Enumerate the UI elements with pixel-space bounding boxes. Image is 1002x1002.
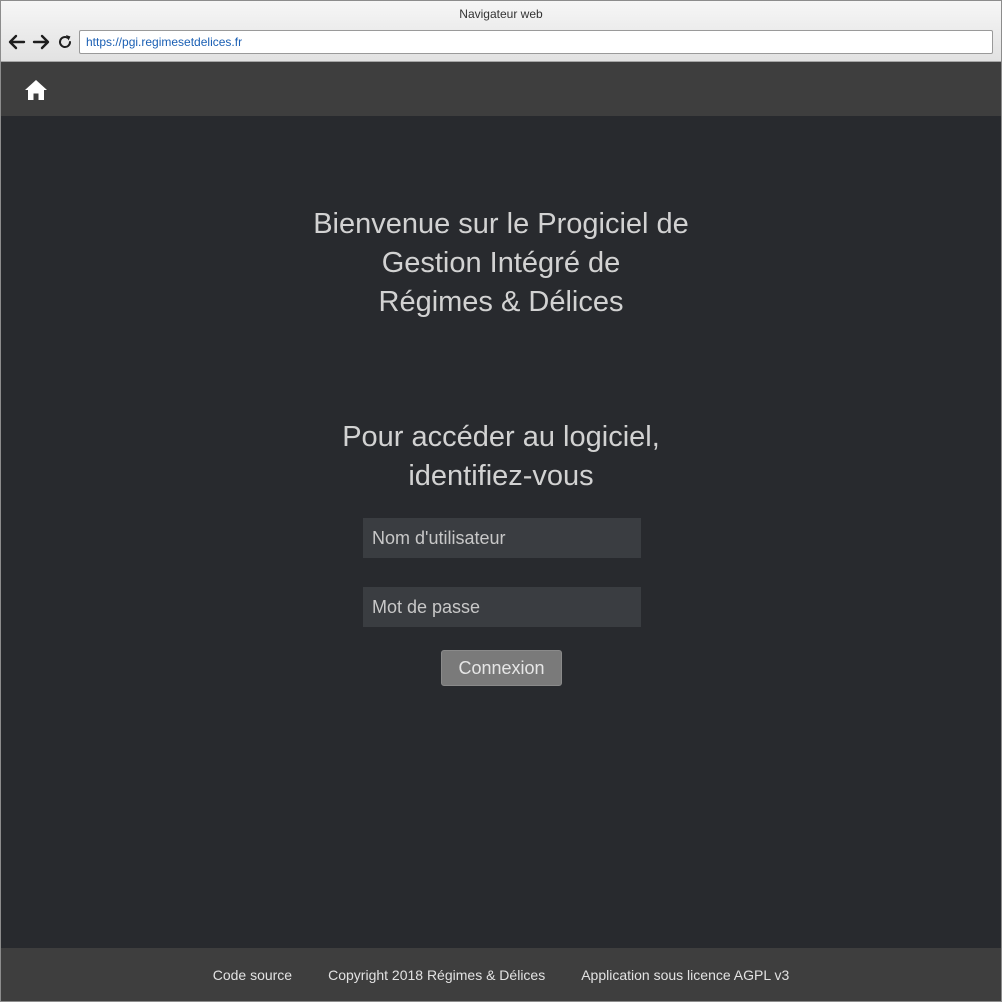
license-text: Application sous licence AGPL v3 — [581, 966, 790, 983]
reload-icon[interactable] — [55, 32, 75, 52]
browser-title: Navigateur web — [459, 7, 543, 21]
welcome-title: Bienvenue sur le Progiciel de Gestion In… — [251, 205, 751, 322]
address-bar[interactable]: https://pgi.regimesetdelices.fr — [79, 30, 993, 54]
browser-toolbar: Navigateur web https://pgi.regimesetdeli… — [1, 1, 1001, 62]
welcome-line: Bienvenue sur le Progiciel de — [313, 208, 689, 240]
app-header — [1, 62, 1001, 116]
browser-window: Navigateur web https://pgi.regimesetdeli… — [0, 0, 1002, 1002]
login-prompt: Pour accéder au logiciel, identifiez-vou… — [251, 418, 751, 496]
username-input[interactable] — [363, 518, 641, 558]
footer: Code source Copyright 2018 Régimes & Dél… — [1, 948, 1001, 1001]
login-button[interactable]: Connexion — [441, 650, 562, 686]
welcome-line: Régimes & Délices — [378, 286, 624, 318]
home-icon[interactable] — [23, 78, 49, 102]
prompt-line: identifiez-vous — [408, 460, 594, 492]
prompt-line: Pour accéder au logiciel, — [342, 421, 660, 453]
source-code-link[interactable]: Code source — [213, 967, 292, 983]
forward-arrow-icon[interactable] — [31, 32, 51, 52]
copyright-text: Copyright 2018 Régimes & Délices — [328, 966, 546, 983]
main-content: Bienvenue sur le Progiciel de Gestion In… — [1, 116, 1001, 948]
welcome-line: Gestion Intégré de — [381, 247, 621, 279]
back-arrow-icon[interactable] — [7, 32, 27, 52]
password-input[interactable] — [363, 587, 641, 627]
